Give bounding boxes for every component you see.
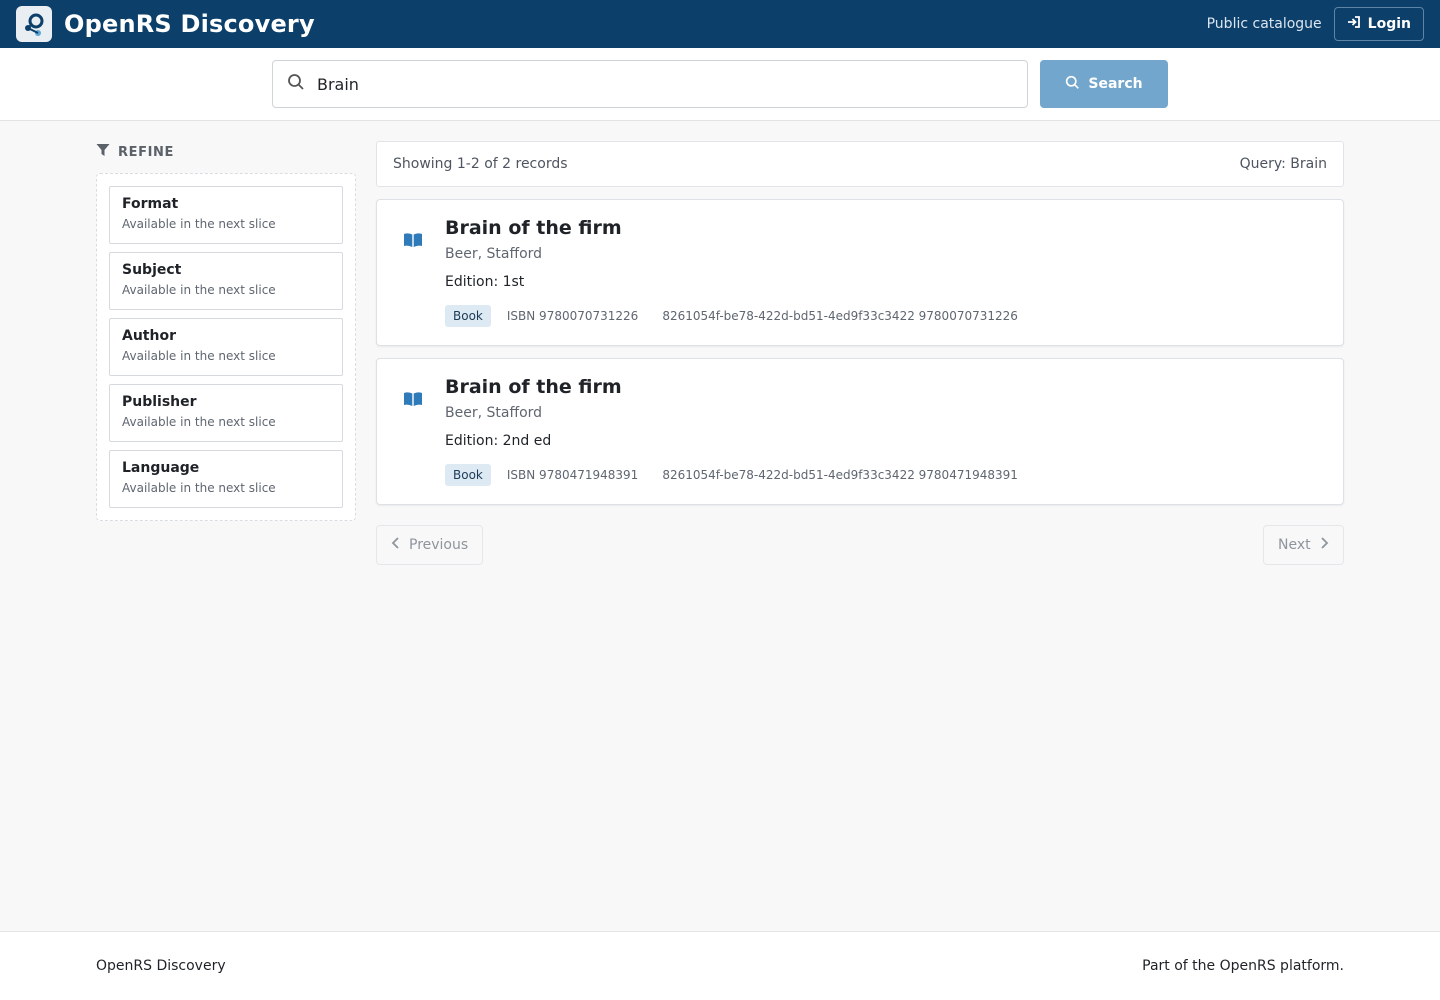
facet-publisher[interactable]: Publisher Available in the next slice [109,384,343,442]
result-card[interactable]: Brain of the firm Beer, Stafford Edition… [376,358,1344,505]
app-title: OpenRS Discovery [64,10,315,38]
login-label: Login [1367,16,1411,32]
format-badge: Book [445,305,491,327]
next-page-button[interactable]: Next [1263,525,1344,565]
facet-subtitle: Available in the next slice [122,283,276,297]
brand[interactable]: OpenRS Discovery [16,6,315,42]
results-summary-bar: Showing 1-2 of 2 records Query: Brain [376,141,1344,187]
refine-label: REFINE [118,144,174,160]
facet-title: Publisher [122,394,197,410]
record-isbn: ISBN 9780070731226 [506,309,639,323]
facet-subtitle: Available in the next slice [122,415,276,429]
facet-subtitle: Available in the next slice [122,217,276,231]
facet-title: Subject [122,262,182,278]
search-button[interactable]: Search [1040,60,1168,108]
facet-title: Language [122,460,200,476]
record-edition: Edition: 1st [445,274,525,290]
previous-page-button[interactable]: Previous [376,525,484,565]
search-icon [1065,75,1080,94]
book-open-icon [403,391,423,411]
results-count: Showing 1-2 of 2 records [393,156,568,172]
facet-title: Format [122,196,179,212]
record-meta: Book ISBN 9780471948391 8261054f-be78-42… [445,464,1018,486]
search-icon [287,73,305,95]
record-meta: Book ISBN 9780070731226 8261054f-be78-42… [445,305,1018,327]
facet-subject[interactable]: Subject Available in the next slice [109,252,343,310]
record-edition: Edition: 2nd ed [445,433,552,449]
previous-label: Previous [409,537,469,553]
record-identifier: 8261054f-be78-422d-bd51-4ed9f33c3422 978… [662,309,1018,323]
footer-app-name: OpenRS Discovery [96,958,226,974]
book-open-icon [403,232,423,252]
record-author: Beer, Stafford [445,405,543,421]
facet-format[interactable]: Format Available in the next slice [109,186,343,244]
sign-in-icon [1347,15,1361,33]
record-title[interactable]: Brain of the firm [445,217,622,239]
login-button[interactable]: Login [1333,7,1424,41]
record-identifier: 8261054f-be78-422d-bd51-4ed9f33c3422 978… [662,468,1018,482]
public-catalogue-link[interactable]: Public catalogue [1207,16,1322,32]
footer: OpenRS Discovery Part of the OpenRS plat… [0,931,1440,1000]
record-isbn: ISBN 9780471948391 [506,468,639,482]
search-band: Search [0,48,1440,121]
share-nodes-logo-icon [16,6,52,42]
chevron-left-icon [391,537,401,553]
filter-icon [96,143,110,161]
search-input[interactable] [317,74,997,94]
facet-panel: Format Available in the next slice Subje… [96,173,356,521]
facet-subtitle: Available in the next slice [122,481,276,495]
query-echo: Query: Brain [1239,156,1327,172]
facet-language[interactable]: Language Available in the next slice [109,450,343,508]
record-title[interactable]: Brain of the firm [445,376,622,398]
search-button-label: Search [1088,76,1143,92]
refine-heading: REFINE [96,143,174,161]
top-navbar: OpenRS Discovery Public catalogue Login [0,0,1440,48]
facet-author[interactable]: Author Available in the next slice [109,318,343,376]
next-label: Next [1278,537,1311,553]
format-badge: Book [445,464,491,486]
facet-title: Author [122,328,176,344]
footer-platform-note: Part of the OpenRS platform. [1142,958,1344,974]
record-author: Beer, Stafford [445,246,543,262]
result-card[interactable]: Brain of the firm Beer, Stafford Edition… [376,199,1344,346]
chevron-right-icon [1319,537,1329,553]
facet-subtitle: Available in the next slice [122,349,276,363]
search-field[interactable] [272,60,1028,108]
